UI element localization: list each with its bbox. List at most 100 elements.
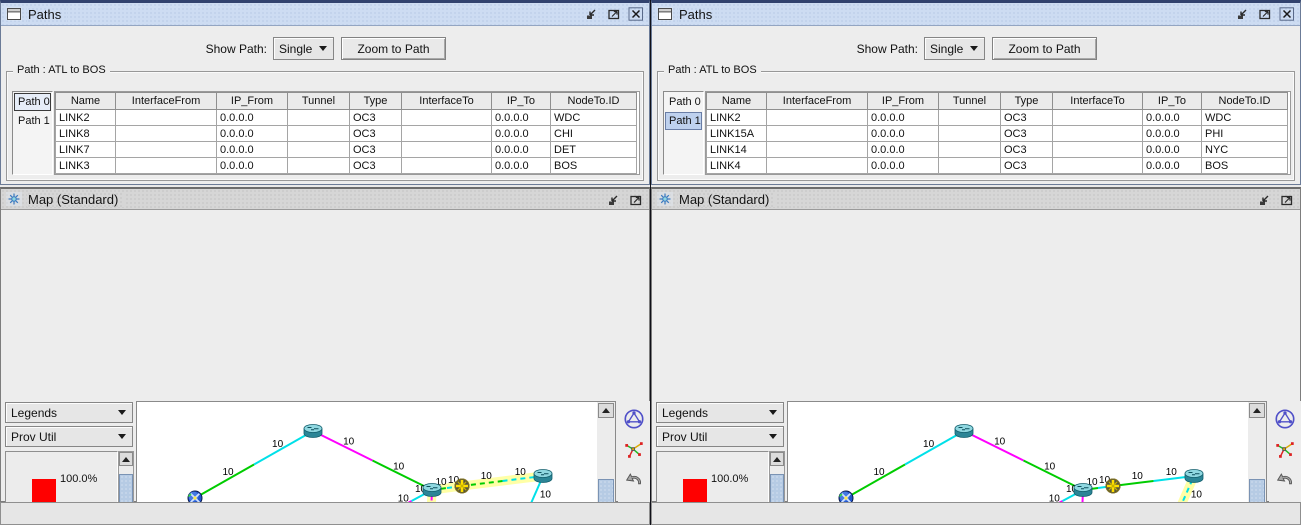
topology-icon[interactable] <box>1272 438 1298 463</box>
table-cell: 0.0.0.0 <box>868 142 939 158</box>
table-row[interactable]: LINK40.0.0.0OC30.0.0.0BOS <box>707 158 1288 174</box>
chevron-down-icon <box>769 410 777 415</box>
maximize-icon[interactable] <box>605 6 623 21</box>
link-bandwidth-label: 10 <box>873 467 885 478</box>
map-window-title: Map (Standard) <box>678 192 775 207</box>
maximize-icon[interactable] <box>627 192 645 207</box>
column-header: Name <box>707 93 767 110</box>
table-cell <box>767 158 868 174</box>
map-titlebar: Map (Standard) <box>1 189 649 210</box>
table-cell: LINK8 <box>56 126 116 142</box>
table-row[interactable]: LINK20.0.0.0OC30.0.0.0WDC <box>707 110 1288 126</box>
path-list-item-0[interactable]: Path 0 <box>665 93 702 111</box>
maximize-icon[interactable] <box>1256 6 1274 21</box>
paths-window-title: Paths <box>27 7 67 22</box>
map-node-N1[interactable] <box>955 425 973 438</box>
link-bandwidth-label: 10 <box>1191 489 1203 500</box>
scroll-up-icon[interactable] <box>770 452 784 466</box>
show-path-label: Show Path: <box>802 42 918 56</box>
map-node-BOS[interactable] <box>1185 470 1203 483</box>
prov-util-combo[interactable]: Prov Util <box>656 426 784 447</box>
table-row[interactable]: LINK140.0.0.0OC30.0.0.0NYC <box>707 142 1288 158</box>
prov-util-combo-value: Prov Util <box>657 430 765 444</box>
close-icon[interactable] <box>627 6 645 21</box>
map-node-CHI[interactable] <box>1074 484 1092 497</box>
paths-titlebar: Paths <box>652 3 1300 26</box>
scroll-up-icon[interactable] <box>119 452 133 466</box>
paths-window-title: Paths <box>678 7 718 22</box>
restore-down-icon[interactable] <box>583 6 601 21</box>
map-window-title: Map (Standard) <box>27 192 124 207</box>
map-icon <box>657 192 673 206</box>
zoom-to-path-button[interactable]: Zoom to Path <box>992 37 1097 60</box>
undo-icon[interactable] <box>1272 468 1298 493</box>
layout-icon[interactable] <box>621 407 647 432</box>
table-row[interactable]: LINK20.0.0.0OC30.0.0.0WDC <box>56 110 637 126</box>
show-path-label: Show Path: <box>151 42 267 56</box>
map-link-N1-N2[interactable] <box>254 431 313 465</box>
path-list-item-1[interactable]: Path 1 <box>14 112 51 130</box>
map-node-DET[interactable] <box>1106 479 1120 493</box>
table-row[interactable]: LINK70.0.0.0OC30.0.0.0DET <box>56 142 637 158</box>
map-node-BOS[interactable] <box>534 470 552 483</box>
restore-down-icon[interactable] <box>1256 192 1274 207</box>
table-cell: OC3 <box>1001 142 1053 158</box>
table-cell <box>288 142 350 158</box>
table-cell: 0.0.0.0 <box>1143 126 1202 142</box>
table-cell: OC3 <box>350 158 402 174</box>
restore-down-icon[interactable] <box>1234 6 1252 21</box>
link-bandwidth-label: 10 <box>1166 467 1178 478</box>
column-header: Type <box>1001 93 1053 110</box>
chevron-down-icon <box>970 46 978 51</box>
chevron-down-icon <box>118 410 126 415</box>
chevron-down-icon <box>118 434 126 439</box>
table-row[interactable]: LINK80.0.0.0OC30.0.0.0CHI <box>56 126 637 142</box>
table-cell <box>939 110 1001 126</box>
table-cell <box>116 126 217 142</box>
table-cell: 0.0.0.0 <box>492 126 551 142</box>
table-row[interactable]: LINK30.0.0.0OC30.0.0.0BOS <box>56 158 637 174</box>
link-bandwidth-label: 10 <box>515 467 527 478</box>
link-bandwidth-label: 10 <box>994 437 1006 448</box>
table-cell <box>1053 126 1143 142</box>
table-cell: PHI <box>1202 126 1288 142</box>
map-window: Map (Standard) Legends Prov Util 100.0%9… <box>651 187 1301 502</box>
table-row[interactable]: LINK15A0.0.0.0OC30.0.0.0PHI <box>707 126 1288 142</box>
layout-icon[interactable] <box>1272 407 1298 432</box>
close-icon[interactable] <box>1278 6 1296 21</box>
map-node-CHI[interactable] <box>423 484 441 497</box>
show-path-combo[interactable]: Single <box>924 37 985 60</box>
map-node-N1[interactable] <box>304 425 322 438</box>
column-header: IP_From <box>217 93 288 110</box>
undo-icon[interactable] <box>621 468 647 493</box>
path-list-item-1[interactable]: Path 1 <box>665 112 702 130</box>
scroll-up-icon[interactable] <box>1249 403 1265 418</box>
table-cell: OC3 <box>350 142 402 158</box>
table-cell: OC3 <box>1001 158 1053 174</box>
show-path-combo[interactable]: Single <box>273 37 334 60</box>
table-cell: LINK2 <box>707 110 767 126</box>
zoom-to-path-button[interactable]: Zoom to Path <box>341 37 446 60</box>
column-header: InterfaceFrom <box>116 93 217 110</box>
column-header: Tunnel <box>939 93 1001 110</box>
show-path-value: Single <box>925 42 966 56</box>
map-window: Map (Standard) Legends Prov Util 100.0%9… <box>0 187 650 502</box>
scroll-up-icon[interactable] <box>598 403 614 418</box>
maximize-icon[interactable] <box>1278 192 1296 207</box>
prov-util-combo[interactable]: Prov Util <box>5 426 133 447</box>
table-cell: 0.0.0.0 <box>868 158 939 174</box>
table-cell: 0.0.0.0 <box>1143 142 1202 158</box>
map-node-DET[interactable] <box>455 479 469 493</box>
legends-combo[interactable]: Legends <box>5 402 133 423</box>
table-cell <box>939 158 1001 174</box>
restore-down-icon[interactable] <box>605 192 623 207</box>
legends-combo[interactable]: Legends <box>656 402 784 423</box>
map-titlebar: Map (Standard) <box>652 189 1300 210</box>
map-link-N1-N2[interactable] <box>905 431 964 465</box>
link-bandwidth-label: 10 <box>923 439 935 450</box>
table-cell: LINK4 <box>707 158 767 174</box>
path-list-item-0[interactable]: Path 0 <box>14 93 51 111</box>
table-cell: 0.0.0.0 <box>217 142 288 158</box>
topology-icon[interactable] <box>621 438 647 463</box>
table-cell: LINK15A <box>707 126 767 142</box>
